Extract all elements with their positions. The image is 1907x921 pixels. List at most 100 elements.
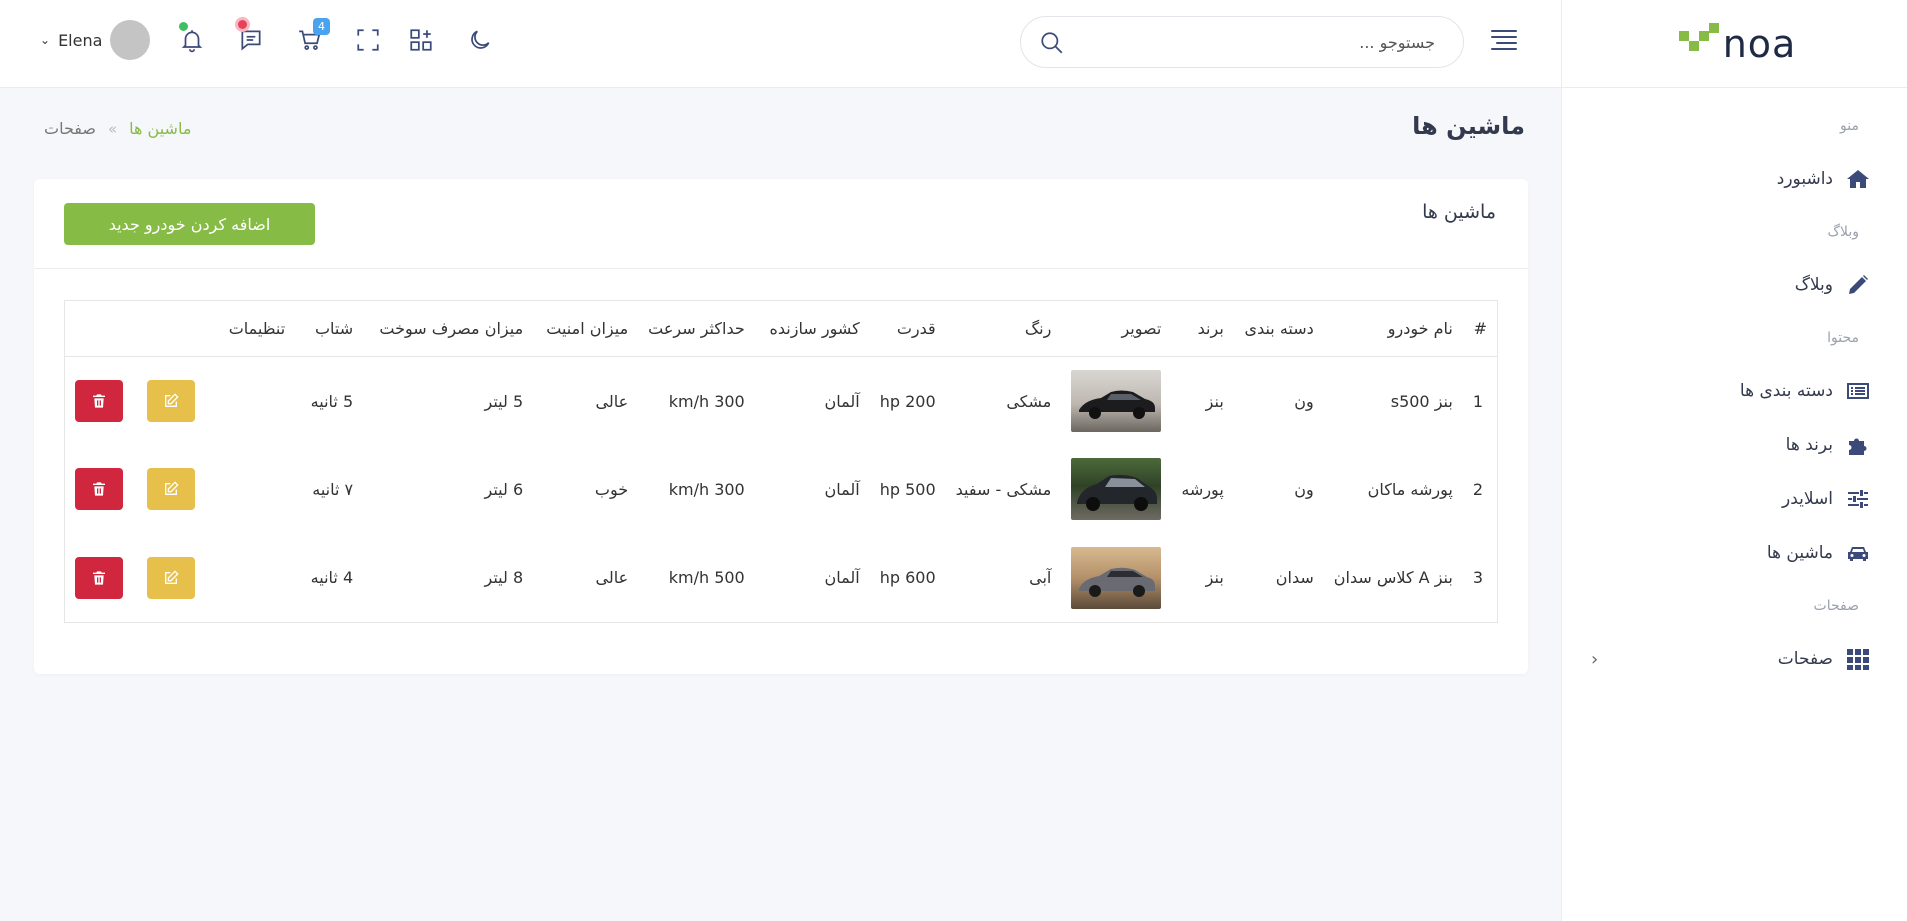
chat-icon xyxy=(241,30,261,51)
cell-accel: ۷ ثانیه xyxy=(312,479,354,499)
section-title-menu: منو xyxy=(1840,118,1859,134)
edit-icon xyxy=(165,481,179,496)
cell-name: بنز A کلاس سدان xyxy=(1333,568,1453,587)
sidebar-item-cars[interactable]: ماشین ها xyxy=(1561,526,1907,580)
cell-actions xyxy=(65,445,296,534)
messages-button[interactable] xyxy=(237,20,265,54)
search-icon[interactable] xyxy=(1039,30,1065,56)
logo[interactable]: noa xyxy=(1562,0,1907,88)
search-input[interactable] xyxy=(1065,17,1435,67)
column-header: حداکثر سرعت xyxy=(648,319,745,338)
car-thumbnail xyxy=(1071,458,1162,521)
breadcrumb-home[interactable]: صفحات xyxy=(44,119,96,138)
sidebar-item-label: برند ها xyxy=(1785,435,1833,455)
cell-safety: عالی xyxy=(595,568,629,587)
cell-country: آلمان xyxy=(824,568,860,587)
table-row: 3 بنز A کلاس سدان سدان بنز آبی hp 600 آل… xyxy=(65,534,1498,623)
column-header: برند xyxy=(1197,319,1224,338)
sidebar-item-brands[interactable]: برند ها xyxy=(1561,418,1907,472)
cars-table: # نام خودرو دسته بندی برند تصویر رنگ قدر… xyxy=(64,300,1498,623)
fullscreen-icon xyxy=(357,29,379,51)
sidebar-item-dashboard[interactable]: داشبورد xyxy=(1561,152,1907,206)
edit-button[interactable] xyxy=(147,468,195,511)
cell-brand: پورشه xyxy=(1181,479,1224,499)
cell-color: آبی xyxy=(1029,568,1052,587)
sidebar-item-label: صفحات xyxy=(1777,649,1833,669)
cell-name: پورشه ماکان xyxy=(1367,479,1453,499)
cell-safety: عالی xyxy=(595,391,629,411)
delete-button[interactable] xyxy=(75,468,123,511)
card-title: ماشین ها xyxy=(1422,201,1496,223)
message-dot xyxy=(238,20,247,29)
cell-country: آلمان xyxy=(824,479,860,499)
cell-name: بنز s500 xyxy=(1390,391,1453,411)
cell-category: ون xyxy=(1294,479,1314,499)
cell-num: 1 xyxy=(1472,391,1483,411)
cell-actions xyxy=(65,357,296,446)
sidebar-item-slider[interactable]: اسلایدر xyxy=(1561,472,1907,526)
cell-brand: بنز xyxy=(1205,568,1224,587)
edit-button[interactable] xyxy=(147,380,195,422)
column-header: کشور سازنده xyxy=(769,319,860,338)
chevron-down-icon: ⌄ xyxy=(40,33,51,47)
menu-toggle-icon[interactable] xyxy=(1491,30,1517,54)
column-header: نام خودرو xyxy=(1387,319,1453,338)
delete-button[interactable] xyxy=(75,380,123,422)
cell-category: سدان xyxy=(1275,568,1314,587)
column-header: دسته بندی xyxy=(1244,319,1314,338)
cell-color: مشکی - سفید xyxy=(955,479,1052,499)
table-header-row: # نام خودرو دسته بندی برند تصویر رنگ قدر… xyxy=(64,301,1498,357)
notifications-button[interactable] xyxy=(178,22,206,54)
search-box xyxy=(1020,16,1464,68)
cell-image xyxy=(1061,445,1171,534)
cell-power: hp 600 xyxy=(879,568,936,587)
car-thumbnail xyxy=(1071,370,1162,432)
cell-max-speed: km/h 300 xyxy=(668,391,745,411)
add-car-button[interactable]: اضافه کردن خودرو جدید xyxy=(64,203,315,245)
sidebar-item-categories[interactable]: دسته بندی ها xyxy=(1561,364,1907,418)
table-row: 2 پورشه ماکان ون پورشه مشکی - سفید hp 50… xyxy=(65,445,1498,534)
cell-fuel: 8 لیتر xyxy=(484,568,524,587)
section-title-blog: وبلاگ xyxy=(1827,224,1859,240)
cell-max-speed: km/h 300 xyxy=(668,479,745,499)
cart-button[interactable]: 4 xyxy=(296,18,330,54)
column-header: # xyxy=(1473,319,1487,338)
sidebar-item-label: داشبورد xyxy=(1776,169,1833,189)
column-header: میزان امنیت xyxy=(546,319,629,338)
cell-accel: 4 ثانیه xyxy=(310,568,354,587)
edit-icon xyxy=(165,393,179,407)
cell-category: ون xyxy=(1294,391,1314,411)
logo-mark-icon xyxy=(1678,22,1719,57)
cell-image xyxy=(1061,357,1171,446)
breadcrumb-current: ماشین ها xyxy=(129,119,192,138)
sidebar-item-pages[interactable]: › صفحات xyxy=(1561,632,1907,686)
cell-color: مشکی xyxy=(1006,391,1052,411)
section-title-content: محتوا xyxy=(1827,330,1859,346)
apps-add-icon xyxy=(410,29,432,51)
cars-card: ماشین ها اضافه کردن خودرو جدید # نام خود… xyxy=(34,179,1528,674)
cell-power: hp 500 xyxy=(879,479,936,499)
edit-button[interactable] xyxy=(147,556,195,599)
user-name: Elena xyxy=(58,30,103,50)
delete-button[interactable] xyxy=(75,556,123,599)
pencil-icon xyxy=(1845,272,1871,298)
cell-actions xyxy=(65,534,296,623)
cell-fuel: 5 لیتر xyxy=(484,391,524,411)
edit-icon xyxy=(165,569,179,584)
theme-toggle[interactable] xyxy=(466,26,494,54)
sidebar-item-label: وبلاگ xyxy=(1794,275,1833,295)
sidebar-item-blog[interactable]: وبلاگ xyxy=(1561,258,1907,312)
user-menu[interactable]: ⌄ Elena xyxy=(40,20,151,60)
chevron-right-icon[interactable]: › xyxy=(1591,649,1598,670)
apps-button[interactable] xyxy=(407,26,435,54)
moon-icon xyxy=(471,30,490,49)
cell-brand: بنز xyxy=(1205,391,1224,411)
avatar[interactable] xyxy=(110,20,151,60)
cell-power: hp 200 xyxy=(879,391,936,411)
fullscreen-button[interactable] xyxy=(354,26,382,54)
cell-num: 2 xyxy=(1472,479,1483,499)
sidebar-item-label: دسته بندی ها xyxy=(1739,381,1833,401)
column-header: میزان مصرف سوخت xyxy=(379,319,524,338)
top-header: ⌄ Elena 4 xyxy=(0,0,1561,88)
home-icon xyxy=(1845,166,1871,192)
